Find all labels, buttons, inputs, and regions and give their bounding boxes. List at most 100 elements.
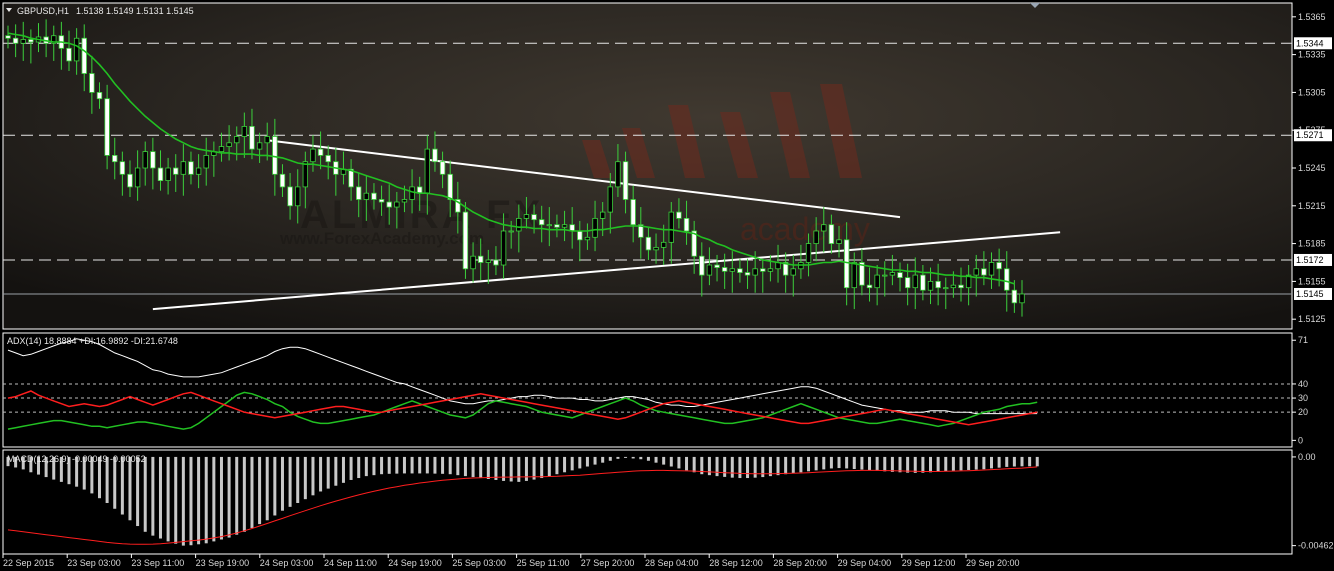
macd-bar bbox=[563, 456, 567, 473]
macd-bar bbox=[235, 456, 239, 535]
macd-bar bbox=[822, 456, 826, 470]
macd-bar bbox=[1020, 456, 1024, 467]
macd-bar bbox=[418, 456, 422, 474]
macd-bar bbox=[242, 456, 246, 532]
candle-bull bbox=[561, 224, 568, 228]
time-axis-label: 29 Sep 04:00 bbox=[838, 558, 892, 568]
macd-bar bbox=[875, 456, 879, 471]
macd-bar bbox=[776, 456, 780, 476]
candle-bear bbox=[386, 201, 392, 208]
candle-bull bbox=[310, 148, 316, 163]
macd-bar bbox=[410, 456, 414, 474]
macd-bar bbox=[341, 456, 345, 483]
price-axis-label: 1.5155 bbox=[1298, 276, 1326, 286]
candle-bear bbox=[744, 272, 751, 276]
adx-panel bbox=[2, 332, 1293, 448]
macd-bar bbox=[448, 456, 452, 475]
ohlc-readout: 1.5138 1.5149 1.5131 1.5145 bbox=[76, 6, 194, 16]
macd-bar bbox=[555, 456, 559, 475]
macd-bar bbox=[441, 456, 445, 474]
candle-bear bbox=[622, 161, 629, 200]
candle-bear bbox=[432, 148, 438, 163]
macd-bar bbox=[219, 456, 223, 540]
time-axis-label: 24 Sep 03:00 bbox=[260, 558, 314, 568]
candle-bear bbox=[531, 214, 537, 221]
price-axis-label: 1.5335 bbox=[1298, 50, 1326, 60]
macd-bar bbox=[677, 456, 681, 469]
price-level-tag-label: 1.5344 bbox=[1296, 38, 1324, 48]
candle-bear bbox=[279, 173, 286, 188]
candle-bear bbox=[478, 255, 484, 263]
candle-bear bbox=[66, 47, 72, 62]
macd-bar bbox=[692, 456, 696, 473]
macd-bar bbox=[814, 456, 818, 471]
macd-bar bbox=[868, 456, 872, 471]
candle-bear bbox=[828, 224, 835, 244]
price-level-tag-label: 1.5271 bbox=[1296, 130, 1324, 140]
macd-bar bbox=[547, 456, 551, 477]
macd-bar bbox=[364, 456, 368, 477]
candle-bull bbox=[195, 167, 202, 175]
candle-bull bbox=[988, 262, 995, 276]
macd-panel bbox=[2, 449, 1293, 555]
macd-bar bbox=[303, 456, 307, 500]
candle-bear bbox=[683, 217, 690, 232]
macd-bar bbox=[738, 456, 742, 479]
candle-bear bbox=[981, 268, 987, 276]
candle-bull bbox=[653, 246, 659, 251]
candle-bull bbox=[142, 151, 148, 169]
macd-bar bbox=[646, 456, 650, 461]
candle-bull bbox=[584, 236, 591, 241]
candle-bull bbox=[767, 268, 774, 272]
candle-bull bbox=[973, 268, 979, 276]
macd-bar bbox=[570, 456, 574, 471]
macd-bar bbox=[486, 456, 490, 479]
candle-bear bbox=[866, 284, 873, 289]
candle-bull bbox=[516, 217, 522, 232]
time-axis-label: 29 Sep 12:00 bbox=[902, 558, 956, 568]
candle-bear bbox=[676, 211, 682, 219]
candle-bull bbox=[599, 211, 606, 219]
macd-bar bbox=[227, 456, 231, 538]
time-axis-label: 27 Sep 20:00 bbox=[581, 558, 635, 568]
macd-bar bbox=[280, 456, 284, 511]
macd-bar bbox=[204, 456, 208, 544]
candle-bear bbox=[699, 255, 705, 276]
candle-bull bbox=[363, 192, 370, 200]
macd-label: MACD(12,26,9) -0.00049 -0.00052 bbox=[7, 454, 146, 464]
macd-bar bbox=[997, 456, 1001, 468]
candle-bull bbox=[409, 186, 415, 200]
candle-bull bbox=[851, 262, 857, 289]
macd-bar bbox=[852, 456, 856, 470]
candle-bull bbox=[821, 224, 827, 232]
macd-bar bbox=[730, 456, 734, 478]
time-axis-label: 24 Sep 11:00 bbox=[324, 558, 377, 568]
candle-bear bbox=[287, 186, 293, 207]
macd-bar bbox=[974, 456, 978, 470]
macd-bar bbox=[906, 456, 910, 473]
candle-bear bbox=[325, 155, 331, 163]
candle-bear bbox=[104, 98, 110, 156]
price-level-tag-label: 1.5172 bbox=[1296, 255, 1324, 265]
candle-bear bbox=[462, 211, 469, 270]
macd-bar bbox=[265, 456, 269, 521]
candle-bull bbox=[706, 264, 713, 276]
macd-bar bbox=[494, 456, 498, 480]
candle-bull bbox=[401, 199, 408, 203]
candle-bear bbox=[28, 39, 34, 43]
time-axis-label: 23 Sep 11:00 bbox=[131, 558, 184, 568]
candle-bear bbox=[112, 155, 118, 163]
candle-bull bbox=[790, 268, 796, 276]
macd-bar bbox=[936, 456, 940, 472]
candle-bull bbox=[813, 230, 819, 244]
macd-bar bbox=[463, 456, 467, 477]
macd-bar bbox=[509, 456, 513, 482]
candle-bull bbox=[943, 287, 949, 290]
candle-bear bbox=[89, 73, 95, 93]
candle-bear bbox=[630, 199, 636, 226]
candle-bull bbox=[889, 272, 896, 276]
macd-bar bbox=[334, 456, 338, 486]
candle-bear bbox=[249, 126, 255, 150]
macd-bar bbox=[540, 456, 544, 479]
macd-bar bbox=[807, 456, 811, 472]
